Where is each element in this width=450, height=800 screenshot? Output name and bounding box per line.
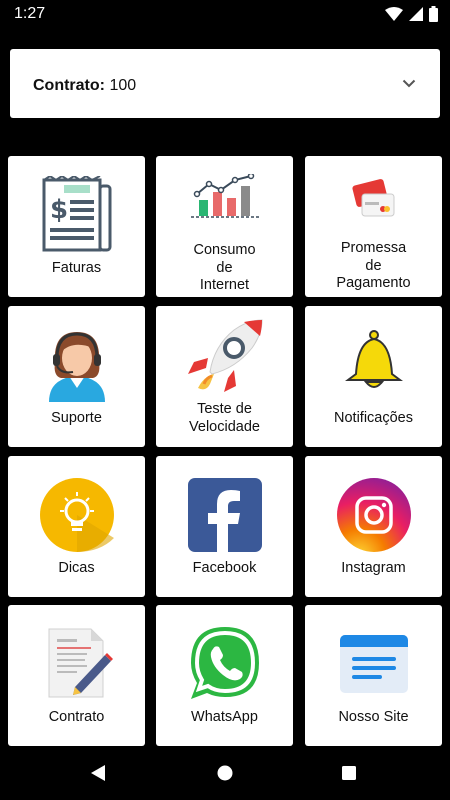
status-icons [385,6,438,22]
home-icon[interactable] [217,765,233,781]
tile-consumo-internet[interactable]: Consumo de Internet [156,156,293,297]
tile-label: Nosso Site [338,709,409,725]
navigation-bar [0,748,450,800]
tile-faturas[interactable]: $ Faturas [8,156,145,297]
facebook-icon [187,478,262,552]
tile-instagram[interactable]: Instagram [305,456,442,597]
whatsapp-icon [190,627,259,699]
cellular-signal-icon [409,7,423,21]
tile-teste-velocidade[interactable]: Teste de Velocidade [156,306,293,447]
svg-text:$: $ [50,195,68,225]
contract-value: 100 [109,77,137,94]
contract-document-icon [48,628,113,698]
contract-label-group: Contrato: 100 [33,77,136,95]
tile-nosso-site[interactable]: Nosso Site [305,605,442,746]
tile-label: Consumo de Internet [193,242,256,293]
tile-label: Faturas [51,260,102,276]
chevron-down-icon [402,79,416,88]
status-bar: 1:27 [0,0,450,28]
tile-suporte[interactable]: Suporte [8,306,145,447]
chart-icon [190,174,259,218]
tile-label: Notificações [334,410,413,426]
instagram-icon [336,478,411,552]
tile-label: Facebook [192,560,257,576]
status-time: 1:27 [14,5,46,22]
support-agent-icon [48,332,105,402]
tile-label: Suporte [51,410,102,426]
back-icon[interactable] [90,764,106,782]
rocket-icon [187,319,263,392]
tile-label: Teste de Velocidade [189,401,260,435]
battery-icon [429,6,438,22]
tile-dicas[interactable]: Dicas [8,456,145,597]
bell-icon [344,330,403,388]
tile-label: Dicas [58,560,95,576]
contract-selector[interactable]: Contrato: 100 [10,49,440,118]
tile-contrato[interactable]: Contrato [8,605,145,746]
tile-facebook[interactable]: Facebook [156,456,293,597]
wifi-icon [385,7,403,21]
tile-label: WhatsApp [191,709,258,725]
tile-whatsapp[interactable]: WhatsApp [156,605,293,746]
tile-label: Instagram [341,560,406,576]
tile-notificacoes[interactable]: Notificações [305,306,442,447]
website-icon [339,635,408,693]
cards-icon [351,179,394,217]
invoice-icon: $ [42,176,111,252]
recents-icon[interactable] [342,766,356,780]
contract-label: Contrato: [33,77,105,94]
tile-label: Contrato [48,709,105,725]
lightbulb-icon [39,478,114,552]
tile-label: Promessa de Pagamento [336,240,411,291]
tile-promessa-pagamento[interactable]: Promessa de Pagamento [305,156,442,297]
